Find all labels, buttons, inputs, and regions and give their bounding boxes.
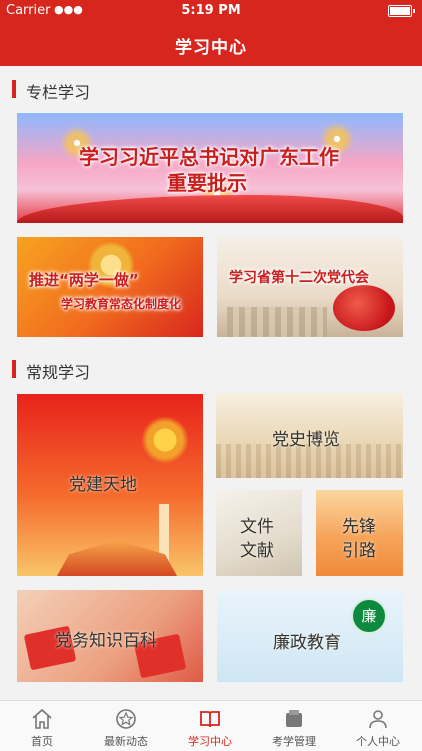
congress-card[interactable]: 学习省第十二次党代会	[217, 237, 403, 337]
lianzheng-card[interactable]: 廉 廉政教育	[217, 590, 403, 682]
page-title: 学习中心	[175, 38, 247, 58]
tab-profile[interactable]: 个人中心	[336, 701, 420, 751]
dangjian-label: 党建天地	[69, 475, 137, 495]
zhishi-label: 党务知识百科	[55, 631, 157, 651]
tab-bar: 首页 最新动态 学习中心 考学管理 个人中心	[0, 700, 422, 751]
news-icon	[116, 709, 136, 729]
xianfeng-card[interactable]: 先锋 引路	[316, 490, 403, 576]
lian-seal-icon: 廉	[351, 598, 387, 634]
party-emblem-icon	[137, 412, 193, 468]
dangshi-label: 党史博览	[272, 430, 340, 450]
banner-title-line1: 学习习近平总书记对广东工作	[79, 145, 339, 169]
tab-label: 首页	[31, 735, 53, 748]
wenjian-label-line2: 文献	[240, 541, 274, 561]
tab-study-center[interactable]: 学习中心	[168, 701, 252, 751]
liangxue-subtitle: 学习教育常态化制度化	[61, 297, 182, 311]
battery-icon	[388, 5, 415, 17]
exam-icon	[286, 710, 302, 727]
dangshi-card[interactable]: 党史博览	[216, 393, 403, 478]
clock: 5:19 PM	[181, 3, 241, 18]
ribbon-decoration	[17, 195, 403, 223]
zhishi-card[interactable]: 党务知识百科	[17, 590, 203, 682]
xianfeng-label-line1: 先锋	[342, 517, 376, 537]
section-marker	[12, 360, 16, 378]
person-icon	[369, 710, 387, 729]
banner-card[interactable]: 学习习近平总书记对广东工作 重要批示	[17, 113, 403, 223]
hammer-sickle-icon	[333, 285, 395, 331]
banner-title-line2: 重要批示	[167, 171, 247, 195]
tab-exam[interactable]: 考学管理	[252, 701, 336, 751]
tab-home[interactable]: 首页	[0, 701, 84, 751]
tab-news[interactable]: 最新动态	[84, 701, 168, 751]
tab-label: 个人中心	[356, 735, 400, 748]
liangxue-title: 推进“两学一做”	[29, 271, 139, 289]
section-header-special: 专栏学习	[0, 70, 422, 110]
wenjian-card[interactable]: 文件 文献	[216, 490, 302, 576]
section-marker	[12, 80, 16, 98]
home-icon	[32, 708, 52, 729]
nav-bar: 学习中心	[0, 22, 422, 66]
liangxue-card[interactable]: 推进“两学一做” 学习教育常态化制度化	[17, 237, 203, 337]
section-title: 专栏学习	[26, 83, 91, 102]
tab-label: 学习中心	[188, 735, 232, 748]
xianfeng-label-line2: 引路	[342, 541, 376, 561]
section-header-regular: 常规学习	[0, 350, 422, 390]
building-decoration	[227, 307, 327, 337]
congress-title: 学习省第十二次党代会	[229, 270, 369, 286]
book-icon	[200, 711, 220, 728]
section-title: 常规学习	[26, 363, 91, 382]
wenjian-label-line1: 文件	[240, 517, 274, 537]
dangjian-card[interactable]: 党建天地	[17, 394, 203, 576]
status-bar: Carrier ●●● 5:19 PM	[0, 0, 422, 22]
tab-label: 最新动态	[104, 735, 148, 748]
tab-label: 考学管理	[272, 735, 316, 748]
lianzheng-label: 廉政教育	[273, 633, 341, 653]
